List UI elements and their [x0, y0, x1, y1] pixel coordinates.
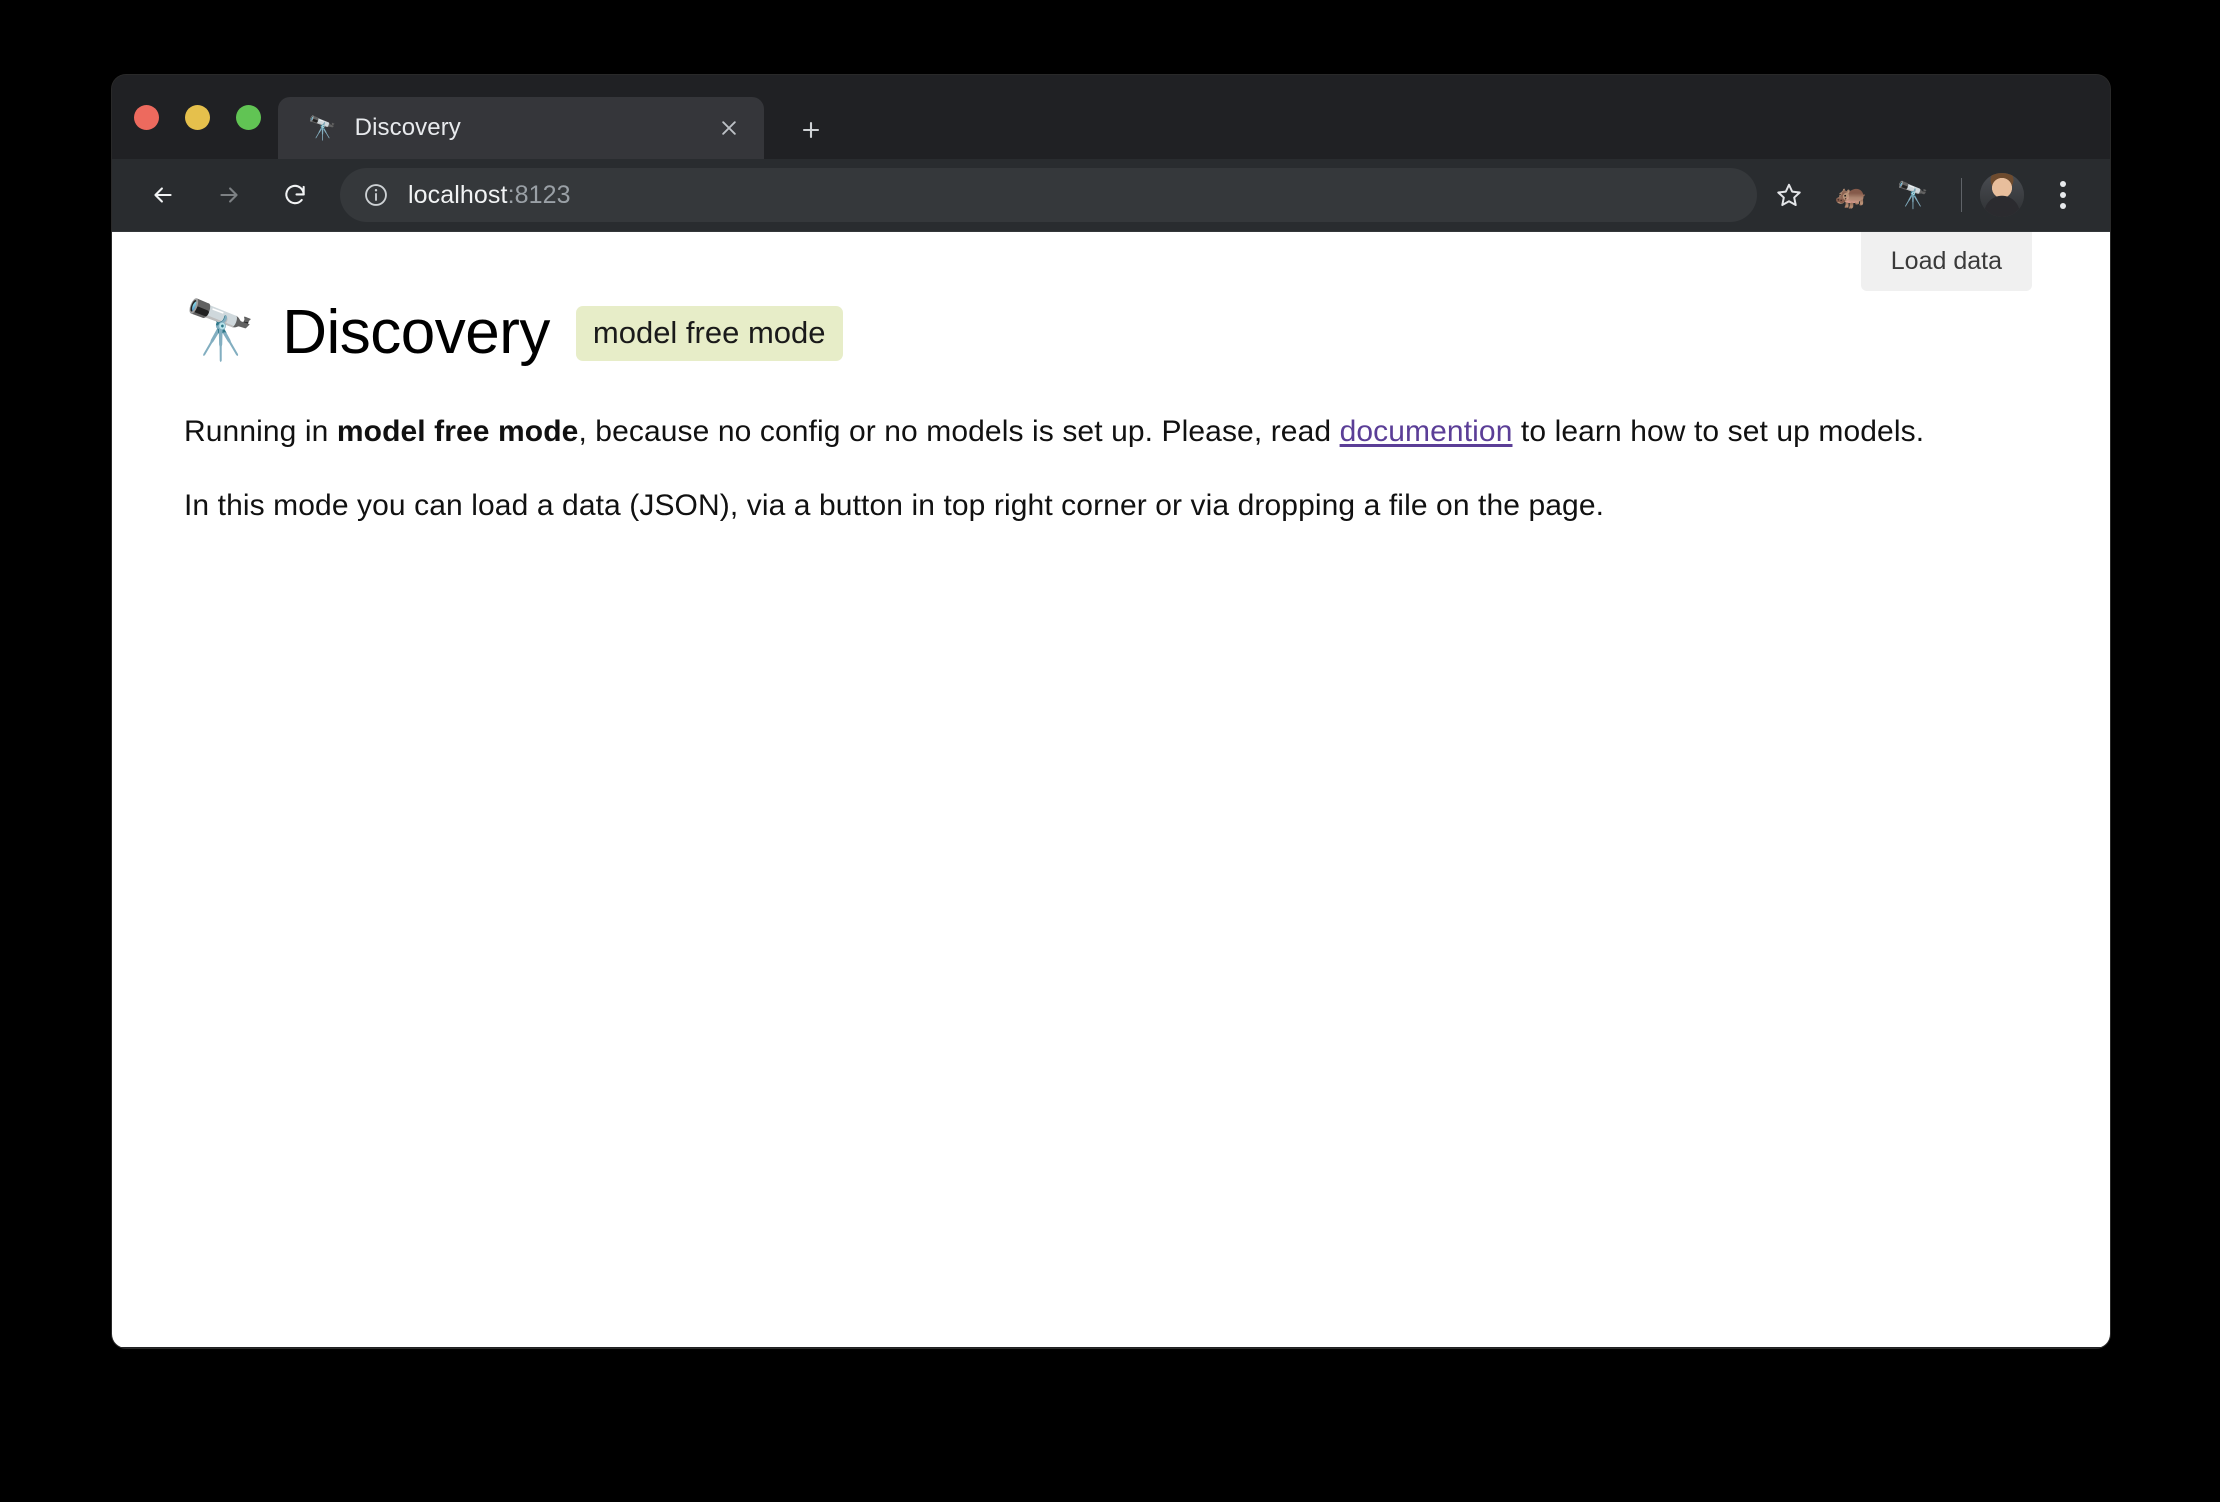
- tab-title: Discovery: [354, 114, 461, 141]
- toolbar-divider: [1961, 178, 1962, 212]
- paragraph1-tail: to learn how to set up models.: [1512, 415, 1925, 448]
- avatar-image: [1980, 173, 2024, 217]
- avatar[interactable]: [1980, 173, 2024, 217]
- browser-toolbar: localhost:8123 🦛 🔭: [112, 159, 2110, 232]
- load-data-button[interactable]: Load data: [1860, 232, 2032, 291]
- forward-arrow-icon[interactable]: [202, 168, 256, 222]
- address-bar[interactable]: localhost:8123: [340, 168, 1757, 222]
- url-host: localhost: [408, 180, 508, 209]
- tab-strip: 🔭 Discovery: [112, 75, 2110, 159]
- three-dot-menu-icon[interactable]: [2038, 170, 2088, 220]
- browser-tab-discovery[interactable]: 🔭 Discovery: [278, 97, 764, 159]
- minimize-window-button[interactable]: [185, 105, 210, 130]
- model-free-mode-description: Running in model free mode, because no c…: [184, 412, 2110, 453]
- hippo-icon[interactable]: 🦛: [1825, 169, 1877, 221]
- close-tab-button[interactable]: [706, 105, 752, 151]
- telescope-extension-icon[interactable]: 🔭: [1887, 169, 1939, 221]
- paragraph1-after-bold: , because no config or no models is set …: [578, 415, 1340, 448]
- window-controls: [134, 105, 261, 130]
- url-text: localhost:8123: [408, 181, 571, 210]
- load-data-instructions: In this mode you can load a data (JSON),…: [184, 488, 1605, 522]
- back-arrow-icon[interactable]: [136, 168, 190, 222]
- maximize-window-button[interactable]: [236, 105, 261, 130]
- browser-window: 🔭 Discovery localhost:8123 🦛 🔭 Load data…: [112, 75, 2110, 1348]
- paragraph1-before-bold: Running in: [184, 415, 337, 448]
- telescope-logo-icon: 🔭: [184, 298, 257, 363]
- page-content: 🔭 Discovery model free mode Running in m…: [112, 232, 2110, 526]
- close-window-button[interactable]: [134, 105, 159, 130]
- paragraph1-bold: model free mode: [336, 415, 579, 448]
- info-circle-icon[interactable]: [362, 181, 390, 209]
- status-badge: model free mode: [575, 305, 843, 361]
- star-icon[interactable]: [1763, 169, 1815, 221]
- new-tab-button[interactable]: [788, 107, 834, 153]
- page-title: Discovery: [282, 298, 550, 367]
- documentation-link[interactable]: documention: [1340, 415, 1513, 448]
- page-header: 🔭 Discovery model free mode: [184, 302, 2110, 364]
- url-port: :8123: [507, 180, 571, 209]
- reload-icon[interactable]: [268, 168, 322, 222]
- page-viewport: Load data 🔭 Discovery model free mode Ru…: [112, 232, 2110, 1347]
- telescope-icon: 🔭: [308, 114, 337, 141]
